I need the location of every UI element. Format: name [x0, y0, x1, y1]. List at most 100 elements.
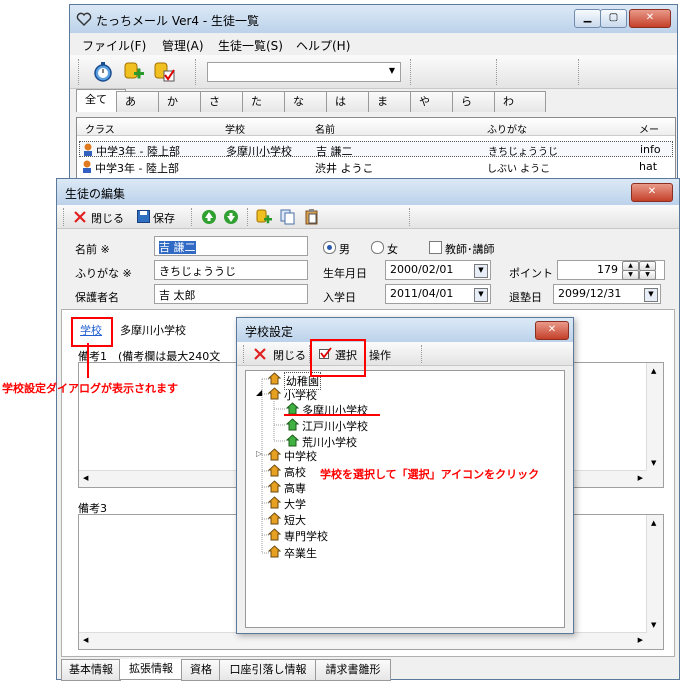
male-label: 男	[339, 243, 350, 256]
main-toolbar: ▼	[70, 55, 677, 89]
enroll-field[interactable]: 2011/04/01 ▼	[385, 284, 491, 304]
close-tool-label: 閉じる	[91, 212, 124, 225]
male-radio[interactable]	[323, 241, 336, 254]
menu-help[interactable]: ヘルプ(H)	[296, 37, 350, 54]
operate-menu[interactable]: 操作	[369, 347, 391, 363]
school-dialog-title: 学校設定	[245, 325, 294, 339]
expand-icon[interactable]: ▷	[256, 449, 262, 458]
class-filter-select[interactable]: ▼	[207, 62, 401, 82]
dialog-close-tool-button[interactable]: 閉じる	[251, 345, 307, 363]
school-dialog-close-button[interactable]: ✕	[535, 321, 569, 340]
student-icon	[83, 160, 91, 173]
col-class[interactable]: クラス	[85, 121, 115, 136]
school-house-icon	[286, 434, 299, 447]
vertical-scrollbar[interactable]: ▲ ▼	[646, 515, 663, 649]
toolbar-grip	[78, 59, 82, 85]
app-heart-icon	[76, 12, 92, 26]
close-button[interactable]: ✕	[629, 9, 671, 28]
col-name[interactable]: 名前	[315, 121, 335, 136]
point-down-icon[interactable]: ▼	[622, 270, 639, 280]
copy-icon[interactable]	[279, 208, 297, 226]
teacher-label: 教師･講師	[445, 243, 495, 256]
tab-extended-info[interactable]: 拡張情報	[119, 659, 183, 680]
teacher-checkbox[interactable]	[429, 241, 442, 254]
edit-close-button[interactable]: ✕	[631, 183, 673, 202]
tree-label: 短大	[284, 514, 306, 527]
toolbar-grip	[410, 59, 414, 85]
school-dialog-titlebar[interactable]: 学校設定 ✕	[237, 318, 573, 343]
toolbar-grip	[195, 59, 199, 85]
list-header: クラス 学校 名前 ふりがな メー	[77, 118, 675, 136]
arrow-down-icon[interactable]	[223, 209, 239, 225]
calendar-dropdown-icon[interactable]: ▼	[644, 288, 658, 302]
menu-file[interactable]: ファイル(F)	[82, 37, 146, 54]
paste-icon[interactable]	[303, 208, 321, 226]
house-icon	[268, 496, 281, 509]
house-icon	[268, 545, 281, 558]
filter-tab-wa[interactable]: わ	[494, 91, 546, 112]
guardian-field[interactable]: 吉 太郎	[154, 284, 308, 304]
col-mail[interactable]: メー	[639, 121, 659, 136]
guardian-label: 保護者名	[75, 291, 119, 304]
student-icon	[84, 143, 92, 156]
leave-field[interactable]: 2099/12/31 ▼	[553, 284, 661, 304]
kana-field[interactable]: きちじょううじ	[154, 260, 308, 280]
vertical-scrollbar[interactable]: ▲ ▼	[646, 363, 663, 487]
select-button-highlight	[310, 339, 366, 377]
annotation-select-hint: 学校を選択して「選択」アイコンをクリック	[320, 468, 540, 481]
point-down-icon[interactable]: ▼	[639, 270, 656, 280]
point-value: 179	[597, 263, 618, 276]
collapse-icon[interactable]: ◢	[256, 388, 262, 397]
row-mail: info	[640, 143, 661, 156]
leave-value: 2099/12/31	[558, 287, 622, 300]
add-student-icon[interactable]	[122, 60, 146, 84]
house-icon	[268, 528, 281, 541]
table-row[interactable]: 中学3年 - 陸上部 多摩川小学校 吉 謙二 きちじょううじ info	[79, 141, 673, 158]
main-titlebar[interactable]: たっちメール Ver4 - 生徒一覧 ▁ ▢ ✕	[70, 5, 677, 34]
col-kana[interactable]: ふりがな	[487, 121, 527, 136]
menu-student-list[interactable]: 生徒一覧(S)	[218, 37, 283, 54]
menu-manage[interactable]: 管理(A)	[162, 37, 204, 54]
tree-label: 卒業生	[284, 547, 317, 560]
horizontal-scrollbar[interactable]: ◀ ▶	[79, 632, 647, 649]
add-record-icon[interactable]	[255, 208, 273, 226]
school-house-icon	[286, 418, 299, 431]
enroll-value: 2011/04/01	[390, 287, 454, 300]
guardian-value: 吉 太郎	[159, 289, 196, 302]
tab-basic-info[interactable]: 基本情報	[61, 659, 121, 681]
check-student-icon[interactable]	[152, 60, 176, 84]
dialog-close-label: 閉じる	[273, 349, 306, 362]
close-icon	[254, 348, 266, 360]
row-school: 多摩川小学校	[226, 145, 292, 158]
name-field[interactable]: 吉 謙二	[154, 236, 308, 256]
calendar-dropdown-icon[interactable]: ▼	[474, 264, 488, 278]
table-row[interactable]: 中学3年 - 陸上部 渋井 ようこ しぶい ようこ hat	[79, 159, 673, 175]
tab-qualification[interactable]: 資格	[181, 659, 221, 681]
maximize-button[interactable]: ▢	[600, 9, 627, 28]
main-window: たっちメール Ver4 - 生徒一覧 ▁ ▢ ✕ ファイル(F) 管理(A) 生…	[69, 4, 678, 194]
col-school[interactable]: 学校	[225, 121, 245, 136]
female-radio[interactable]	[371, 241, 384, 254]
arrow-up-icon[interactable]	[201, 209, 217, 225]
toolbar-grip	[409, 208, 413, 226]
calendar-dropdown-icon[interactable]: ▼	[474, 288, 488, 302]
birth-field[interactable]: 2000/02/01 ▼	[385, 260, 491, 280]
main-menubar: ファイル(F) 管理(A) 生徒一覧(S) ヘルプ(H)	[70, 33, 677, 55]
house-icon	[268, 480, 281, 493]
row-name: 吉 謙二	[316, 145, 353, 158]
stopwatch-icon[interactable]	[92, 61, 114, 83]
edit-close-tool-button[interactable]: 閉じる	[71, 208, 129, 226]
tree-label: 大学	[284, 498, 306, 511]
tab-debit-info[interactable]: 口座引落し情報	[219, 659, 317, 681]
bottom-tab-bar: 基本情報 拡張情報 資格 口座引落し情報 請求書雛形	[61, 659, 675, 681]
school-tree: 幼稚園 ◢ 小学校 多摩川小学校 江戸川小学校 荒川小学校 ▷ 中学校 高校 高…	[245, 370, 565, 628]
tab-invoice-template[interactable]: 請求書雛形	[315, 659, 391, 681]
save-button[interactable]: 保存	[135, 208, 185, 226]
toolbar-grip	[243, 345, 247, 363]
edit-titlebar[interactable]: 生徒の編集 ✕	[57, 179, 679, 206]
row-name: 渋井 ようこ	[315, 162, 374, 175]
name-value: 吉 謙二	[159, 241, 196, 254]
kana-value: きちじょううじ	[159, 265, 236, 278]
tree-label: 高専	[284, 482, 306, 495]
minimize-button[interactable]: ▁	[574, 9, 601, 28]
